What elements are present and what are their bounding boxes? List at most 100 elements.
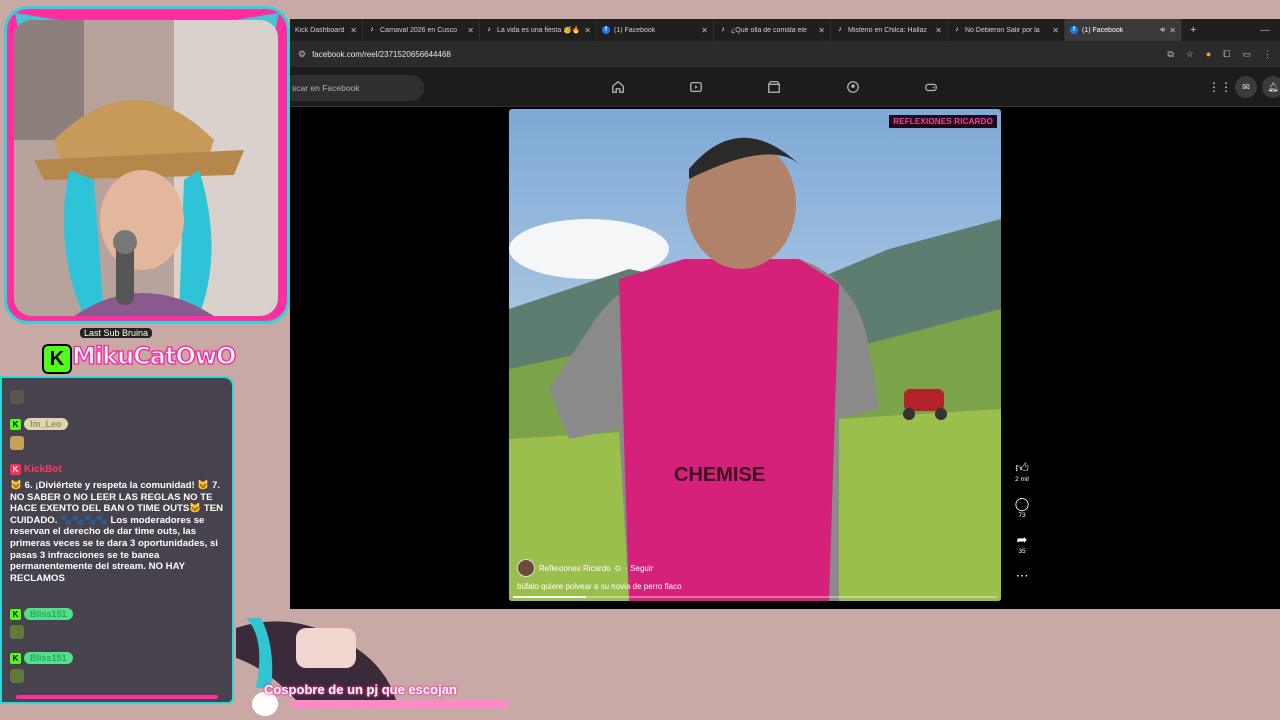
home-icon[interactable] — [607, 76, 629, 98]
tab-facebook[interactable]: f (1) Facebook ✕ — [597, 19, 714, 41]
kick-badge-icon: K — [10, 464, 21, 475]
menu-icon[interactable]: ⋮ — [1263, 49, 1272, 60]
site-info-icon[interactable]: ⚙ — [298, 49, 306, 60]
reel-caption: búfalo quiere polvear a su novia de perr… — [517, 582, 682, 591]
marketplace-icon[interactable] — [763, 76, 785, 98]
address-bar: ⚙ facebook.com/reel/2371520656644468 ⧉ ☆… — [290, 41, 1280, 67]
tiktok-icon: ♪ — [721, 26, 725, 33]
minimize-icon[interactable]: — — [1260, 25, 1270, 36]
video-icon[interactable] — [685, 76, 707, 98]
reel-author: Reflexiones Ricardo ⊙ · Seguir — [517, 559, 653, 577]
reel-video[interactable]: CHEMISE REFLEXIONES RICARDO Reflexiones … — [509, 109, 1001, 601]
chat-username[interactable]: Bliss151 — [24, 608, 73, 620]
close-icon[interactable]: ✕ — [701, 26, 708, 35]
tab-bar: Kick Dashboard ✕ ♪ Carnaval 2026 en Cusco ✕… — [290, 19, 1280, 41]
messenger-icon[interactable]: ✉ — [1235, 76, 1257, 98]
like-count: 2 mil — [1015, 476, 1029, 483]
tab-tiktok[interactable]: ♪ La vida es una fiesta 🥳🔥 ✕ — [480, 19, 597, 41]
groups-icon[interactable] — [842, 76, 864, 98]
channel-name: MikuCatOwO — [71, 341, 237, 371]
bookmark-star-icon[interactable]: ☆ — [1186, 49, 1194, 60]
author-name[interactable]: Reflexiones Ricardo — [539, 564, 611, 573]
thumbs-up-icon: 👍︎ — [1015, 460, 1029, 475]
verified-icon: ⊙ — [614, 563, 622, 573]
close-icon[interactable]: ✕ — [818, 26, 825, 35]
chat-message: K Bliss151 — [10, 652, 73, 665]
close-icon[interactable]: ✕ — [350, 26, 357, 35]
gaming-icon[interactable] — [920, 76, 942, 98]
close-icon[interactable]: ✕ — [584, 26, 591, 35]
comment-icon: ◯ — [1014, 496, 1030, 511]
tab-title: Kick Dashboard — [295, 26, 345, 34]
tab-tiktok[interactable]: ♪ Carnaval 2026 en Cusco ✕ — [363, 19, 480, 41]
close-icon[interactable]: ✕ — [467, 26, 474, 35]
like-button[interactable]: 👍︎ 2 mil — [1010, 460, 1034, 484]
tab-title: No Debieron Salir por la — [965, 26, 1040, 34]
browser-window: Kick Dashboard ✕ ♪ Carnaval 2026 en Cusco ✕… — [290, 19, 1280, 609]
facebook-search-input[interactable]: scar en Facebook — [290, 75, 424, 101]
streamer-camera — [14, 20, 278, 316]
tiktok-icon: ♪ — [838, 26, 842, 33]
tab-tiktok[interactable]: ♪ ¿Qué olla de comida ele ✕ — [714, 19, 831, 41]
tab-tiktok[interactable]: ♪ No Debieron Salir por la ✕ — [948, 19, 1065, 41]
speaker-icon[interactable]: 🔊︎ — [1160, 25, 1165, 35]
install-app-icon[interactable]: ⧉ — [1167, 49, 1173, 60]
tab-title: (1) Facebook — [1082, 26, 1124, 34]
tiktok-icon: ♪ — [370, 26, 374, 33]
chat-progress-bar — [16, 695, 218, 699]
bottom-banner-text: Cospobre de un pj que escojan — [264, 682, 457, 697]
reel-progress-bar[interactable] — [513, 596, 997, 598]
chat-emote — [10, 625, 24, 639]
apps-grid-icon[interactable]: ⋮⋮ — [1208, 80, 1232, 94]
follow-button[interactable]: · Seguir — [625, 564, 653, 573]
comment-button[interactable]: ◯ 73 — [1010, 496, 1034, 520]
webcam-overlay — [4, 6, 290, 324]
chat-message: K Im_Leo — [10, 418, 68, 431]
close-icon[interactable]: ✕ — [935, 26, 942, 35]
facebook-icon: f — [602, 26, 610, 34]
more-options-button[interactable]: ⋯ — [1010, 569, 1034, 583]
kick-logo-icon: K — [42, 344, 72, 374]
tiktok-icon: ♪ — [955, 26, 959, 33]
reel-actions: 👍︎ 2 mil ◯ 73 ➦ 35 ⋯ — [1010, 461, 1034, 597]
banner-bar — [290, 700, 508, 708]
chat-message: K KickBot — [10, 464, 62, 476]
share-button[interactable]: ➦ 35 — [1010, 533, 1034, 556]
tab-title: Misterio en Chilca: Hallaz — [848, 26, 927, 34]
channel-logo: Last Sub Bruina K MikuCatOwO — [36, 328, 237, 382]
reel-watermark: REFLEXIONES RICARDO — [889, 115, 997, 128]
tab-title: Carnaval 2026 en Cusco — [380, 26, 458, 34]
close-icon[interactable]: ✕ — [1169, 26, 1176, 35]
chat-username[interactable]: KickBot — [24, 464, 62, 475]
tab-title: La vida es una fiesta 🥳🔥 — [497, 27, 581, 34]
more-icon: ⋯ — [1015, 568, 1029, 583]
author-avatar[interactable] — [517, 559, 535, 577]
extension-icon[interactable]: ● — [1206, 49, 1211, 59]
chat-rules-message: 🐱 6. ¡Diviértete y respeta la comunidad!… — [10, 480, 224, 584]
tiktok-icon: ♪ — [487, 26, 491, 33]
new-tab-button[interactable]: + — [1182, 19, 1204, 41]
tab-tiktok[interactable]: ♪ Misterio en Chilca: Hallaz ✕ — [831, 19, 948, 41]
kick-badge-icon: K — [10, 608, 21, 620]
profile-icon[interactable]: ▭ — [1242, 49, 1251, 60]
chat-username[interactable]: Im_Leo — [24, 418, 68, 430]
address-bar-actions: ⧉ ☆ ● ⧠ ▭ ⋮ — [1167, 49, 1272, 60]
notifications-icon[interactable]: 🔔︎ — [1262, 76, 1280, 98]
chat-username[interactable]: Bliss151 — [24, 652, 73, 664]
tab-facebook-active[interactable]: f (1) Facebook 🔊︎ ✕ — [1065, 19, 1182, 41]
svg-text:CHEMISE: CHEMISE — [674, 464, 765, 486]
chat-emote — [10, 436, 24, 450]
chat-emote — [10, 390, 24, 404]
tab-title: (1) Facebook — [614, 26, 656, 34]
close-icon[interactable]: ✕ — [1052, 26, 1059, 35]
chat-message: K Bliss151 — [10, 608, 73, 621]
reel-progress-fill — [513, 596, 586, 598]
tab-kick-dashboard[interactable]: Kick Dashboard ✕ — [290, 19, 363, 41]
url-field[interactable]: facebook.com/reel/2371520656644468 — [312, 50, 451, 59]
facebook-navbar: scar en Facebook ⋮⋮ ✉ 🔔︎ — [290, 67, 1280, 107]
chat-emote — [10, 669, 24, 683]
share-count: 35 — [1018, 548, 1026, 555]
tab-title: ¿Qué olla de comida ele — [731, 26, 807, 34]
extensions-puzzle-icon[interactable]: ⧠ — [1223, 49, 1230, 60]
reel-video-frame: CHEMISE — [509, 109, 1001, 601]
